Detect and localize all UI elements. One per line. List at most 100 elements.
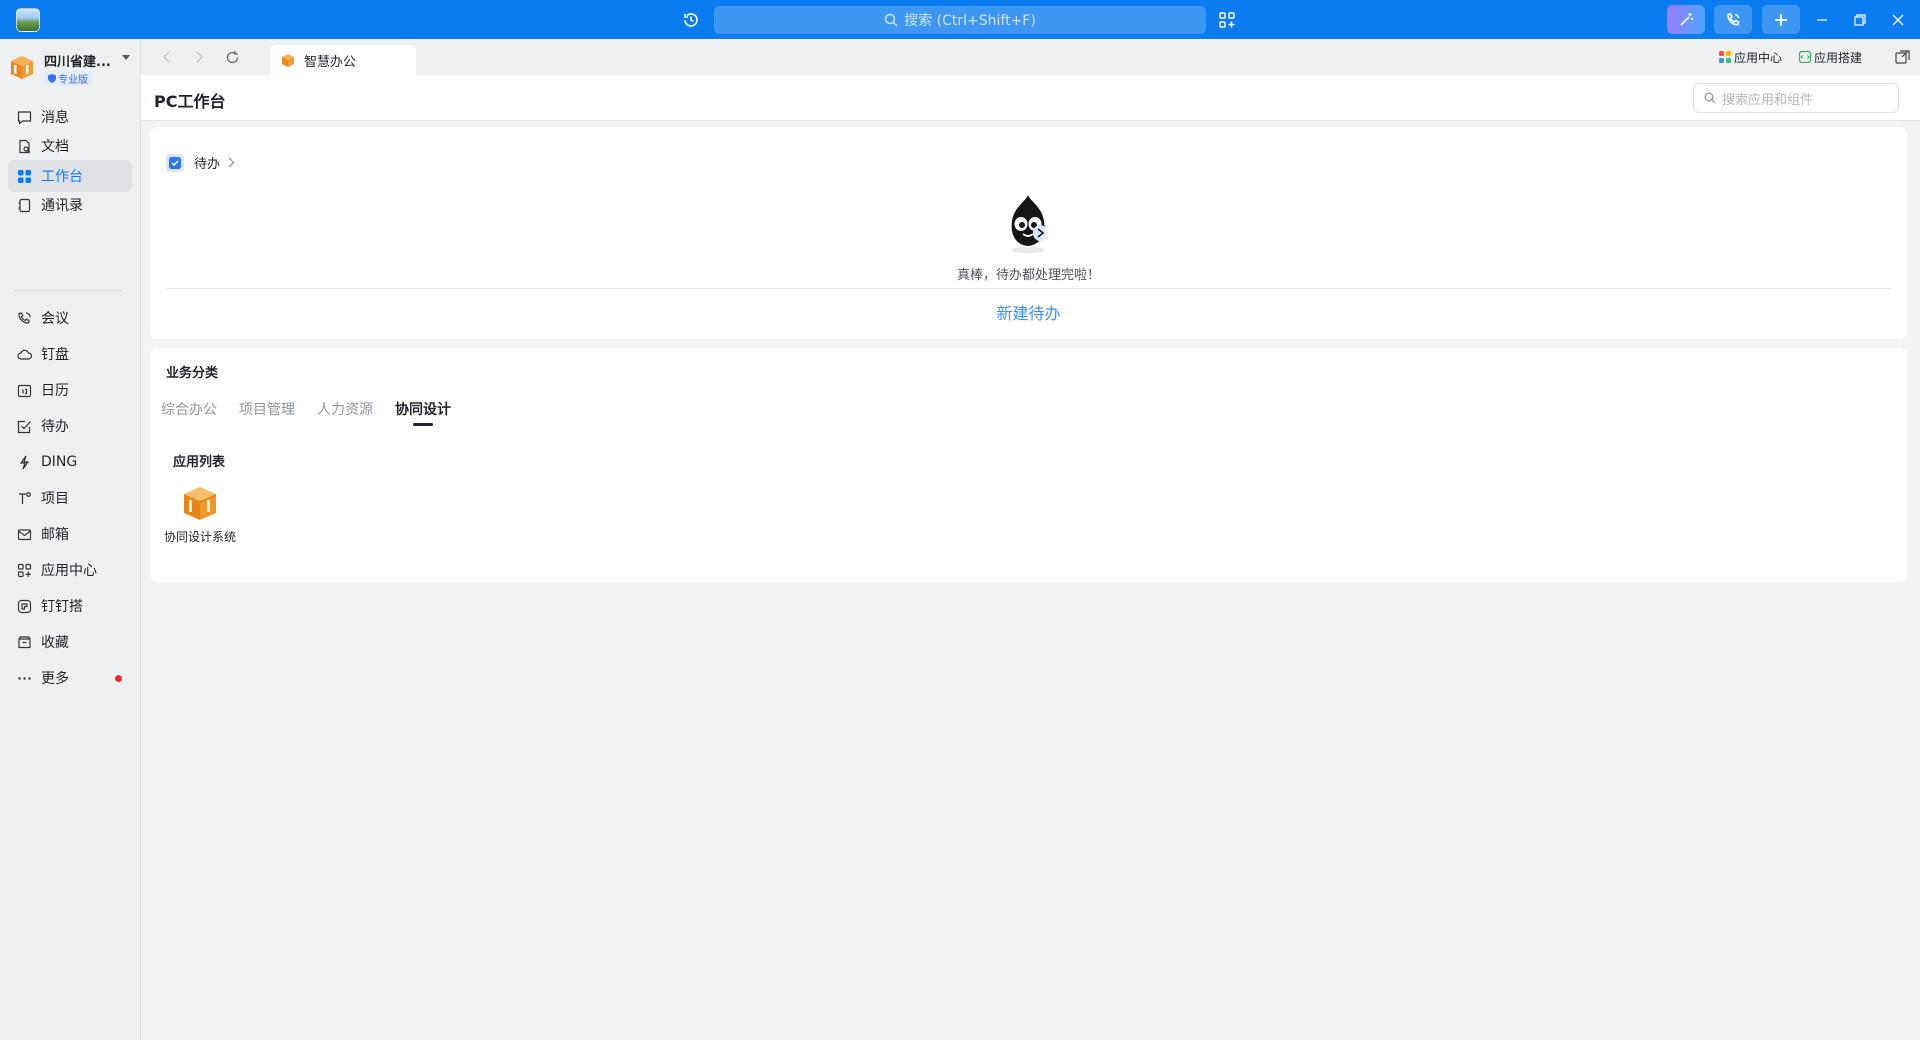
workbench-icon (16, 168, 32, 184)
cloud-drive-icon (16, 346, 32, 362)
project-icon (16, 490, 32, 506)
sidebar-item-cloud-drive[interactable]: 钉盘 (8, 338, 132, 370)
sidebar-item-docs[interactable]: 文档 (8, 130, 132, 162)
apps-grid-icon[interactable] (1216, 9, 1238, 31)
message-icon (16, 109, 32, 125)
app-builder-link-label: 应用搭建 (1814, 50, 1863, 65)
app-list-title: 应用列表 (173, 455, 226, 470)
sidebar-item-workbench[interactable]: 工作台 (8, 160, 132, 192)
app-center-link[interactable]: 应用中心 (1719, 48, 1782, 66)
todo-icon (16, 418, 32, 434)
sidebar-item-label: 消息 (41, 110, 69, 126)
sidebar-item-project[interactable]: 项目 (8, 482, 132, 514)
search-icon (884, 13, 898, 27)
global-search-input[interactable]: 搜索 (Ctrl+Shift+F) (714, 6, 1206, 34)
app-center-icon (16, 562, 32, 578)
org-switcher[interactable]: 四川省建... 专业版 (8, 49, 134, 89)
sidebar-item-mail[interactable]: 邮箱 (8, 518, 132, 550)
app-center-color-icon (1719, 51, 1731, 63)
sidebar-item-dingda[interactable]: 钉钉搭 (8, 590, 132, 622)
refresh-icon[interactable] (223, 48, 241, 66)
main-content: PC工作台 搜索应用和组件 待办 真棒，待办都处理完啦！ 新建待办 业务分类 综… (141, 75, 1920, 1040)
todo-header-link[interactable]: 待办 (166, 153, 235, 172)
calendar-icon (16, 382, 32, 398)
sidebar-item-app-center[interactable]: 应用中心 (8, 554, 132, 586)
sidebar-item-calendar[interactable]: 日历 (8, 374, 132, 406)
ai-assistant-button[interactable] (1667, 5, 1705, 34)
org-edition-label: 专业版 (58, 75, 88, 86)
create-button[interactable] (1762, 5, 1800, 34)
global-search-placeholder: 搜索 (Ctrl+Shift+F) (904, 13, 1036, 29)
minimize-icon[interactable] (1811, 9, 1833, 31)
sidebar-item-label: 日历 (41, 383, 69, 399)
page-header: PC工作台 搜索应用和组件 (141, 75, 1920, 121)
org-logo-icon (11, 56, 33, 79)
call-button[interactable] (1714, 5, 1752, 34)
restore-icon[interactable] (1849, 9, 1871, 31)
org-name: 四川省建... (44, 55, 111, 70)
sidebar-item-label: 工作台 (41, 169, 83, 185)
app-tile-collab-design-system[interactable]: 协同设计系统 (160, 483, 240, 547)
ding-icon (16, 454, 32, 470)
magic-wand-icon (1680, 12, 1693, 26)
sidebar-item-label: 应用中心 (41, 563, 97, 579)
app-center-link-label: 应用中心 (1734, 50, 1783, 65)
sidebar-item-contacts[interactable]: 通讯录 (8, 189, 132, 221)
tab-smart-office[interactable]: 智慧办公 (270, 45, 416, 75)
sidebar-item-label: DING (41, 454, 78, 470)
new-todo-label: 新建待办 (996, 304, 1061, 323)
tab-human-resources[interactable]: 人力资源 (317, 399, 373, 419)
sidebar-item-messages[interactable]: 消息 (8, 101, 132, 133)
sidebar-item-label: 通讯录 (41, 198, 83, 214)
back-arrow-icon[interactable] (158, 48, 176, 66)
sidebar-item-todo[interactable]: 待办 (8, 410, 132, 442)
active-tab-indicator (413, 423, 433, 426)
sidebar-item-label: 更多 (41, 671, 69, 687)
forward-arrow-icon[interactable] (190, 48, 208, 66)
page-title: PC工作台 (154, 92, 226, 111)
component-search-placeholder: 搜索应用和组件 (1722, 92, 1814, 108)
box-app-icon (282, 54, 294, 67)
sidebar-item-meeting[interactable]: 会议 (8, 302, 132, 334)
sidebar-item-label: 待办 (41, 419, 69, 435)
favorites-icon (16, 634, 32, 650)
shield-icon (48, 74, 56, 83)
todo-divider (166, 288, 1891, 289)
component-search-input[interactable]: 搜索应用和组件 (1693, 83, 1899, 113)
sidebar-item-favorites[interactable]: 收藏 (8, 626, 132, 658)
sidebar-divider (14, 290, 122, 291)
meeting-icon (16, 310, 32, 326)
org-edition-badge: 专业版 (44, 71, 92, 86)
new-todo-button[interactable]: 新建待办 (150, 300, 1907, 324)
search-icon (1704, 92, 1716, 104)
sidebar-item-ding[interactable]: DING (8, 446, 132, 478)
sidebar-item-label: 邮箱 (41, 527, 69, 543)
app-builder-link[interactable]: 应用搭建 (1799, 48, 1862, 66)
user-avatar[interactable] (16, 8, 40, 32)
business-category-title: 业务分类 (166, 366, 219, 381)
business-category-card: 业务分类 综合办公 项目管理 人力资源 协同设计 应用列表 协同设计系统 (150, 348, 1907, 582)
sidebar-item-more[interactable]: 更多 (8, 662, 132, 694)
close-icon[interactable] (1887, 9, 1909, 31)
mascot-illustration-icon (1011, 195, 1047, 254)
phone-icon (1727, 12, 1740, 25)
sidebar: 四川省建... 专业版 消息 文档 工作台 通讯录 会议 钉盘 日历 待办 DI… (0, 39, 141, 1040)
tab-project-management[interactable]: 项目管理 (239, 399, 295, 419)
tab-collaborative-design[interactable]: 协同设计 (395, 399, 451, 419)
open-window-icon[interactable] (1895, 48, 1910, 66)
sidebar-item-label: 会议 (41, 311, 69, 327)
notification-dot (115, 675, 122, 682)
tab-bar: 智慧办公 应用中心 应用搭建 (141, 39, 1920, 75)
tab-general-office[interactable]: 综合办公 (161, 399, 217, 419)
chevron-right-icon (228, 157, 235, 168)
history-icon[interactable] (680, 9, 702, 31)
more-icon (16, 670, 32, 686)
mail-icon (16, 526, 32, 542)
todo-check-icon (166, 153, 184, 172)
sidebar-item-label: 钉盘 (41, 347, 69, 363)
sidebar-item-label: 钉钉搭 (41, 599, 83, 615)
title-bar: 搜索 (Ctrl+Shift+F) (0, 0, 1920, 39)
sidebar-item-label: 文档 (41, 139, 69, 155)
sidebar-item-label: 收藏 (41, 635, 69, 651)
tab-label: 智慧办公 (304, 54, 357, 70)
